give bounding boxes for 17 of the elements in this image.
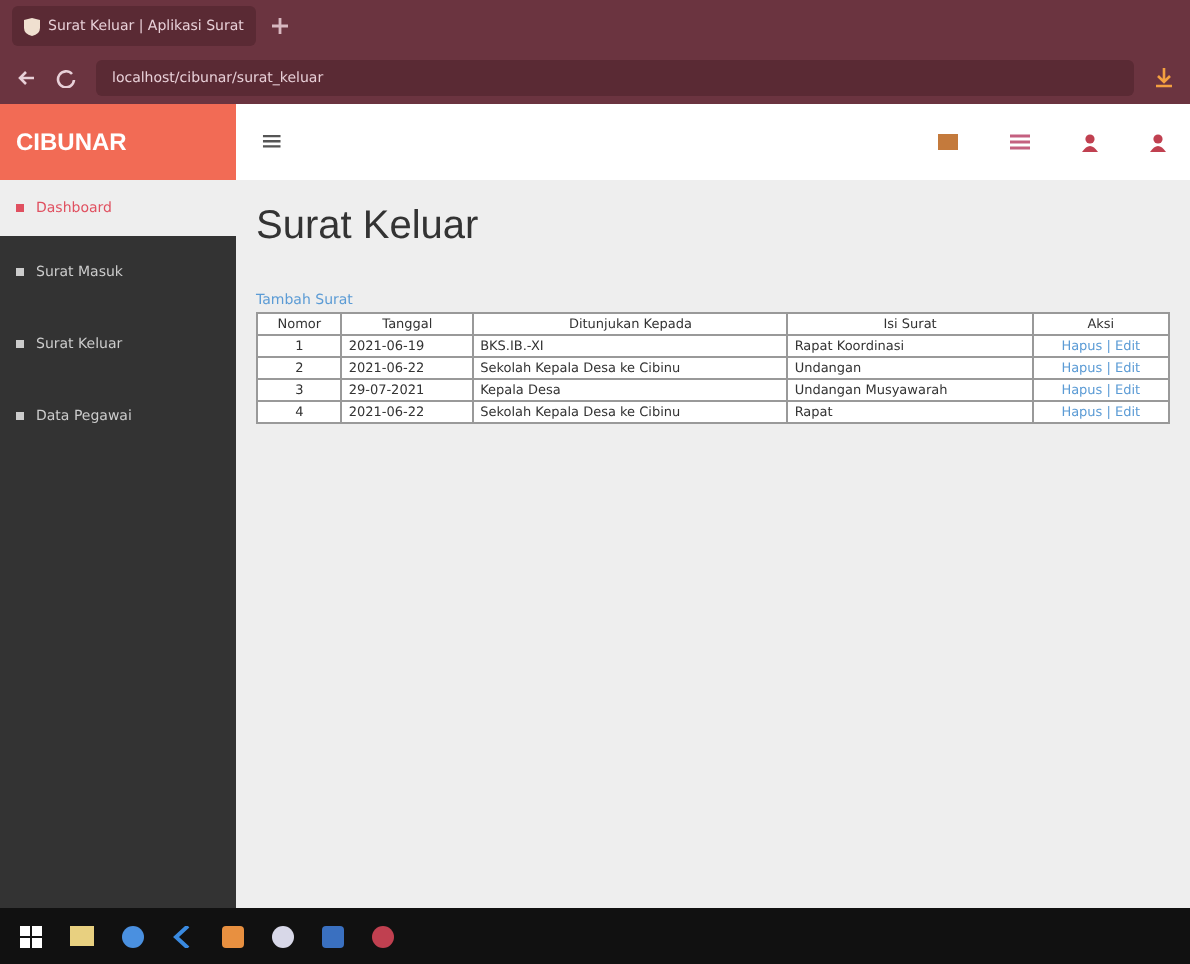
reload-icon[interactable]	[56, 68, 76, 88]
back-arrow-icon[interactable]	[16, 68, 36, 88]
page-title: Surat Keluar	[256, 204, 481, 250]
user-icon[interactable]	[1082, 133, 1098, 151]
menu-icon[interactable]: ≡	[260, 126, 284, 158]
brand-logo[interactable]: CIBUNAR	[0, 104, 236, 180]
list-icon[interactable]	[1010, 134, 1030, 150]
shield-icon	[24, 17, 40, 35]
windows-logo-icon[interactable]	[20, 925, 42, 947]
chevron-icon[interactable]	[172, 925, 194, 947]
user-icon[interactable]	[1150, 133, 1166, 151]
circle-icon[interactable]	[122, 925, 144, 947]
download-icon[interactable]	[1154, 68, 1174, 88]
square-icon[interactable]	[222, 925, 244, 947]
square-icon[interactable]	[322, 925, 344, 947]
plus-icon[interactable]	[271, 18, 288, 34]
circle-icon[interactable]	[272, 925, 294, 947]
